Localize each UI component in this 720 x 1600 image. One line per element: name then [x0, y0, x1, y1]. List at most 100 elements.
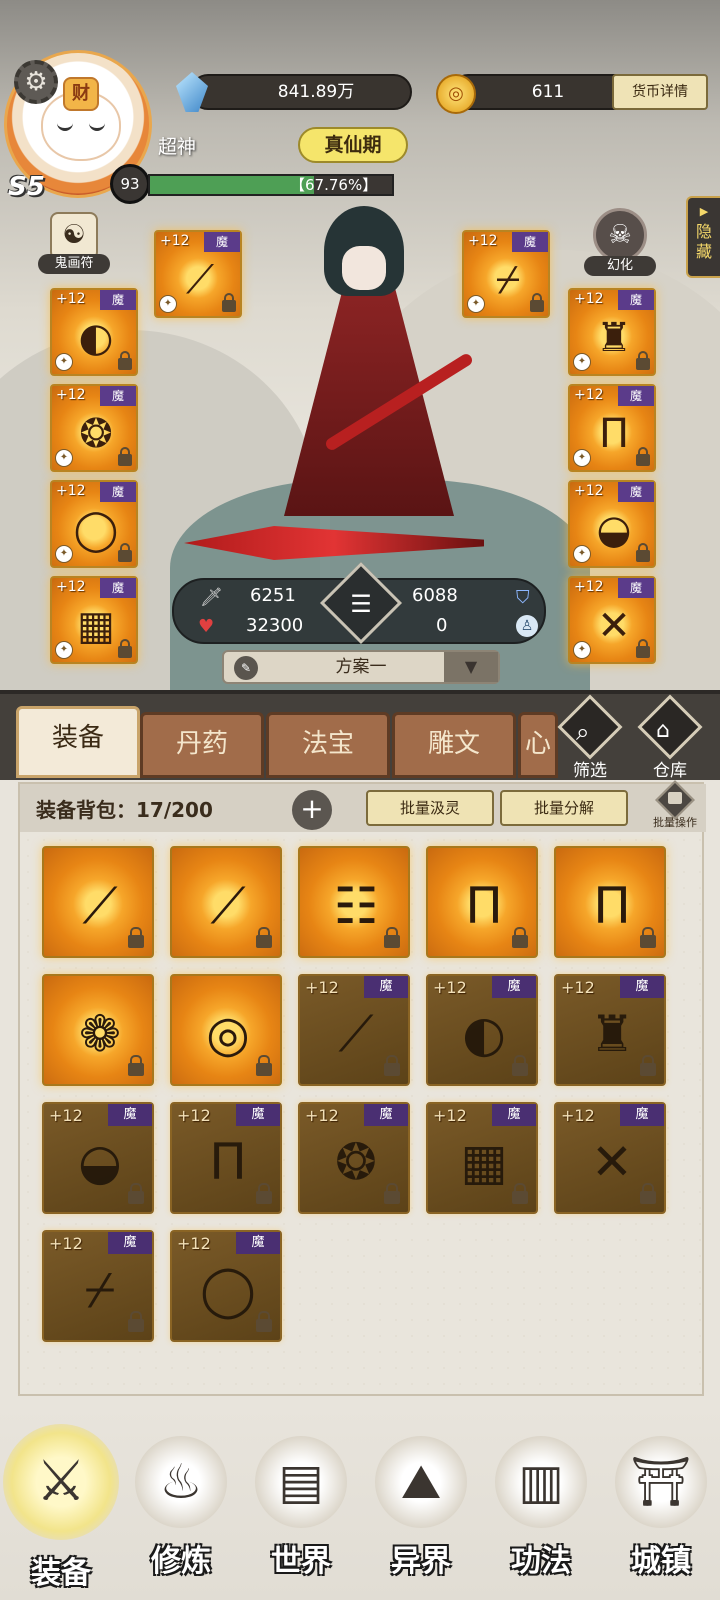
necklace-icon: ❂ [335, 1133, 377, 1191]
bag-item[interactable]: +12 魔 ⟋ [298, 974, 410, 1086]
tab-glyphs[interactable]: 雕文 [392, 712, 516, 778]
vip-level: S5 [8, 172, 45, 202]
plan-selector[interactable]: ✎ 方案一 ▼ [222, 650, 500, 684]
bag-item[interactable]: +12 魔 Π [170, 1102, 282, 1214]
ring-icon: ◯ [73, 507, 119, 553]
dagger-icon: ⌿ [85, 1261, 115, 1319]
enhance-level: +12 [574, 291, 604, 307]
hide-button[interactable]: ▶ 隐藏 [686, 196, 720, 278]
bag-item[interactable]: +12 魔 ◐ [426, 974, 538, 1086]
bag-item[interactable]: Π [554, 846, 666, 958]
chevron-down-icon[interactable]: ▼ [444, 652, 498, 682]
lock-icon [256, 1183, 272, 1204]
plan-label: 方案一 [335, 657, 387, 677]
nav-techniques[interactable]: ▥ 功法 [482, 1424, 600, 1600]
enhance-level: +12 [160, 233, 190, 249]
demon-tag: 魔 [108, 1232, 152, 1254]
enhance-level: +12 [305, 1106, 339, 1125]
talisman-label: 鬼画符 [38, 254, 110, 274]
lock-icon [636, 543, 650, 562]
ring-icon: ◯ [200, 1261, 256, 1319]
currency-details-button[interactable]: 货币详情 [612, 74, 708, 110]
mask-icon: ◐ [462, 1005, 506, 1063]
lock-icon [222, 293, 236, 312]
bag-item[interactable]: Π [426, 846, 538, 958]
tab-equipment[interactable]: 装备 [16, 706, 140, 778]
enhance-level: +12 [561, 1106, 595, 1125]
batch-absorb-button[interactable]: 批量汲灵 [366, 790, 494, 826]
lock-icon [512, 1055, 528, 1076]
hp-value: 32300 [246, 615, 304, 636]
bottom-navigation: ⚔ 装备 ♨ 修炼 ▤ 世界 ⛰ 异界 ▥ 功法 ⛩ 城镇 [0, 1400, 720, 1600]
equipment-slot[interactable]: +12 魔 ◯ ✦ [50, 480, 138, 568]
nav-world[interactable]: ▤ 世界 [242, 1424, 360, 1600]
equipment-slot[interactable]: +12 魔 ⌿ ✦ [462, 230, 550, 318]
equipment-slot[interactable]: +12 魔 ♜ ✦ [568, 288, 656, 376]
equipment-slot[interactable]: +12 魔 ◐ ✦ [50, 288, 138, 376]
nav-equipment[interactable]: ⚔ 装备 [2, 1424, 120, 1600]
bag-item[interactable]: +12 魔 ⌿ [42, 1230, 154, 1342]
bag-item[interactable]: +12 魔 ▦ [426, 1102, 538, 1214]
tab-pills[interactable]: 丹药 [140, 712, 264, 778]
bag-item[interactable]: +12 魔 ◯ [170, 1230, 282, 1342]
lock-icon [384, 927, 400, 948]
attack-value: 6251 [250, 585, 296, 606]
list-icon: ☰ [350, 590, 372, 618]
equipment-slot[interactable]: +12 魔 ❂ ✦ [50, 384, 138, 472]
bag-item[interactable]: ❁ [42, 974, 154, 1086]
realm-badge: 真仙期 [298, 127, 408, 163]
equipment-slot[interactable]: +12 魔 ◒ ✦ [568, 480, 656, 568]
demon-tag: 魔 [618, 386, 654, 406]
lock-icon [640, 1183, 656, 1204]
bag-item[interactable]: +12 魔 ◒ [42, 1102, 154, 1214]
pavilion-icon: ⛩ [615, 1436, 707, 1528]
tab-more[interactable]: 心 [518, 712, 558, 778]
shirt-icon: ✦ [573, 449, 591, 467]
nav-town[interactable]: ⛩ 城镇 [602, 1424, 720, 1600]
gold-coin-icon: ◎ [436, 74, 476, 114]
shirt-icon: ✦ [573, 545, 591, 563]
settings-gear-icon[interactable]: ⚙ [14, 60, 58, 104]
talisman-button[interactable]: ☯ 鬼画符 [38, 212, 110, 276]
spear-icon: ⟋ [186, 257, 214, 303]
lock-icon [128, 1311, 144, 1332]
batch-operation-button[interactable]: 批量操作 [644, 780, 706, 832]
shirt-icon: ✦ [55, 641, 73, 659]
transform-button[interactable]: ☠ 幻化 [582, 208, 658, 276]
cream-pants-icon: Π [593, 877, 631, 935]
equipment-slot[interactable]: +12 魔 ⟋ ✦ [154, 230, 242, 318]
bag-item[interactable]: +12 魔 ♜ [554, 974, 666, 1086]
sword-icon: 🗡 [200, 587, 223, 608]
character-scene: 财 ⚙ S5 93 【67.76%】 超神 真仙期 841.89万 611 ◎ … [0, 0, 720, 690]
bag-item[interactable]: ⟋ [170, 846, 282, 958]
expand-bag-button[interactable]: + [292, 790, 332, 830]
equipment-slot[interactable]: +12 魔 Π ✦ [568, 384, 656, 472]
filter-label: 筛选 [573, 761, 607, 781]
lock-icon [128, 927, 144, 948]
bag-header: 装备背包：17/200 + 批量汲灵 批量分解 批量操作 [20, 780, 706, 832]
spear-icon: ⟋ [210, 877, 246, 935]
filter-button[interactable]: ⌕ 筛选 [556, 694, 624, 784]
nav-otherworld[interactable]: ⛰ 异界 [362, 1424, 480, 1600]
bag-item[interactable]: +12 魔 ❂ [298, 1102, 410, 1214]
bag-item[interactable]: ◎ [170, 974, 282, 1086]
bag-item[interactable]: +12 魔 ✕ [554, 1102, 666, 1214]
transform-label: 幻化 [584, 256, 656, 276]
equipment-slot[interactable]: +12 魔 ▦ ✦ [50, 576, 138, 664]
crossed-swords-icon: ✕ [597, 603, 631, 649]
demon-tag: 魔 [100, 386, 136, 406]
tab-treasures[interactable]: 法宝 [266, 712, 390, 778]
nav-cultivation[interactable]: ♨ 修炼 [122, 1424, 240, 1600]
storage-button[interactable]: ⌂ 仓库 [636, 694, 704, 784]
bag-item[interactable]: ⟋ [42, 846, 154, 958]
lock-icon [256, 1055, 272, 1076]
shirt-icon: ✦ [55, 449, 73, 467]
cat-eye [57, 123, 73, 131]
bag-item[interactable]: ☷ [298, 846, 410, 958]
lock-icon [118, 639, 132, 658]
enhance-level: +12 [433, 1106, 467, 1125]
equipment-slot[interactable]: +12 魔 ✕ ✦ [568, 576, 656, 664]
batch-decompose-button[interactable]: 批量分解 [500, 790, 628, 826]
storage-diamond [637, 694, 703, 760]
enhance-level: +12 [574, 579, 604, 595]
